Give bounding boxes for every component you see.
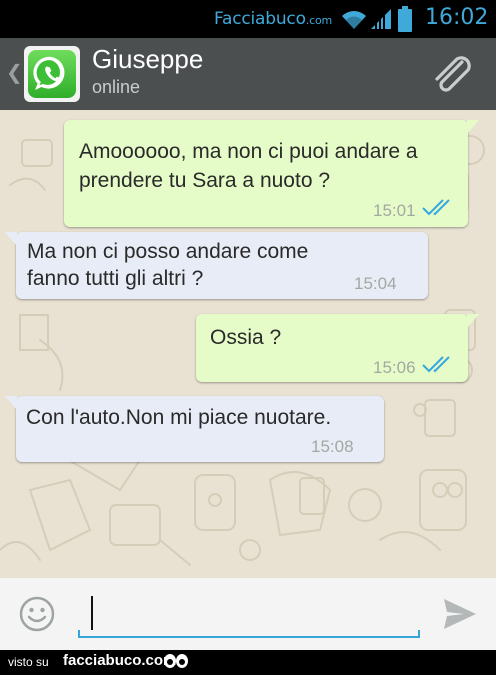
read-receipt-icon (422, 199, 450, 216)
message-timestamp: 15:08 (311, 437, 354, 456)
contact-name[interactable]: Giuseppe (92, 44, 203, 75)
status-time: 16:02 (425, 5, 489, 30)
message-timestamp: 15:01 (373, 201, 416, 220)
message-timestamp: 15:04 (354, 274, 397, 293)
input-underline-left-mark (78, 630, 80, 638)
emoji-icon[interactable] (19, 596, 55, 632)
input-underline-right-mark (418, 630, 420, 638)
whatsapp-logo-icon (28, 50, 76, 98)
message-text-line: Ma non ci posso andare come (27, 240, 309, 263)
bubble-tail (467, 120, 479, 134)
message-text-line: Ossia ? (210, 326, 282, 349)
message-text-line: fanno tutti gli altri ? (27, 267, 204, 290)
incoming-message-bubble[interactable]: Ma non ci posso andare come fanno tutti … (5, 232, 428, 299)
read-receipt-icon (422, 356, 450, 373)
status-bar: Facciabuco.com 16:02 (0, 0, 496, 38)
footer-visto-text: visto su (8, 655, 49, 669)
message-text-line: Con l'auto.Non mi piace nuotare. (26, 406, 332, 429)
paperclip-icon[interactable] (430, 54, 476, 96)
footer-brand-link[interactable]: facciabuco.com (63, 652, 176, 669)
contact-status: online (92, 77, 141, 97)
message-input[interactable] (78, 590, 420, 638)
status-brand-suffix: .com (305, 14, 332, 27)
chat-area[interactable]: Amoooooo, ma non ci puoi andare a prende… (0, 110, 496, 578)
message-text-line: Amoooooo, ma non ci puoi andare a (79, 140, 418, 163)
outgoing-message-bubble[interactable]: Ossia ? 15:06 (196, 314, 479, 382)
bubble-tail (467, 314, 479, 328)
incoming-message-bubble[interactable]: Con l'auto.Non mi piace nuotare. 15:08 (5, 396, 384, 462)
watermark-footer: visto su facciabuco.com (0, 650, 496, 675)
bubble-tail (5, 396, 17, 410)
send-icon[interactable] (442, 597, 478, 631)
text-cursor (91, 596, 93, 630)
status-brand: Facciabuco.com (214, 9, 332, 29)
signal-icon (371, 9, 391, 29)
chat-header: ❮ Giuseppe online (0, 38, 496, 110)
message-timestamp: 15:06 (373, 358, 416, 377)
back-chevron-icon[interactable]: ❮ (6, 60, 23, 84)
outgoing-message-bubble[interactable]: Amoooooo, ma non ci puoi andare a prende… (64, 120, 479, 227)
eyes-logo-icon (164, 654, 188, 668)
contact-avatar[interactable] (24, 46, 80, 102)
bubble-tail (5, 232, 17, 246)
status-brand-main: Facciabuco (214, 9, 306, 29)
message-text-line: prendere tu Sara a nuoto ? (79, 169, 331, 192)
battery-icon (398, 6, 412, 32)
compose-bar (0, 578, 496, 650)
wifi-icon (342, 11, 366, 29)
